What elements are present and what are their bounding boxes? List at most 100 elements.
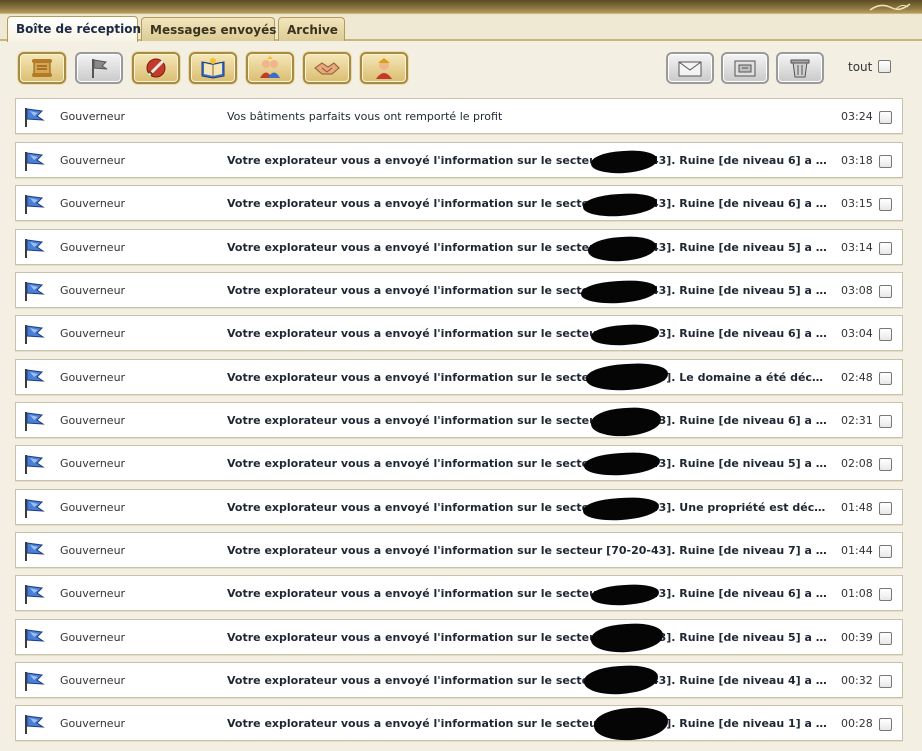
message-select-checkbox[interactable] [879,328,892,341]
alliance-button[interactable] [303,52,351,84]
message-time: 03:24 [841,110,873,123]
message-time: 02:48 [841,371,873,384]
message-sender: Gouverneur [60,501,126,514]
message-subject[interactable]: Votre explorateur vous a envoyé l'inform… [227,197,829,210]
message-row[interactable]: Gouverneur Votre explorateur vous a envoy… [15,445,903,481]
redaction-mark [590,406,662,438]
governor-flag-icon [22,713,46,735]
archive-button[interactable] [721,52,769,84]
message-subject[interactable]: Votre explorateur vous a envoyé l'inform… [227,327,829,340]
message-time: 01:08 [841,587,873,600]
message-time: 03:15 [841,197,873,210]
message-row[interactable]: Gouverneur Votre explorateur vous a envoy… [15,489,903,525]
message-select-checkbox[interactable] [879,718,892,731]
message-subject[interactable]: Votre explorateur vous a envoyé l'inform… [227,544,829,557]
governor-flag-icon [22,367,46,389]
governor-flag-icon [22,106,46,128]
tab-sent-messages[interactable]: Messages envoyés [141,17,276,41]
message-sender: Gouverneur [60,587,126,600]
scroll-button[interactable] [18,52,66,84]
governor-flag-icon [22,497,46,519]
message-row[interactable]: Gouverneur Votre explorateur vous a envoy… [15,619,903,655]
message-subject[interactable]: Votre explorateur vous a envoyé l'inform… [227,717,829,730]
message-row[interactable]: Gouverneur Votre explorateur vous a envoy… [15,359,903,395]
message-select-checkbox[interactable] [879,198,892,211]
message-select-checkbox[interactable] [879,242,892,255]
delete-button[interactable] [776,52,824,84]
message-subject[interactable]: Votre explorateur vous a envoyé l'inform… [227,457,829,470]
message-subject[interactable]: Votre explorateur vous a envoyé l'inform… [227,284,829,297]
message-select-checkbox[interactable] [879,111,892,124]
message-time: 02:08 [841,457,873,470]
message-row[interactable]: Gouverneur Votre explorateur vous a envoy… [15,185,903,221]
message-select-checkbox[interactable] [879,155,892,168]
redaction-mark [582,192,658,218]
flag-icon [92,59,108,78]
governor-flag-icon [22,323,46,345]
governor-flag-icon [22,237,46,259]
message-subject[interactable]: Votre explorateur vous a envoyé l'inform… [227,371,829,384]
message-row[interactable]: Gouverneur Votre explorateur vous a envoy… [15,315,903,351]
message-subject[interactable]: Votre explorateur vous a envoyé l'inform… [227,154,829,167]
message-select-checkbox[interactable] [879,415,892,428]
message-row[interactable]: Gouverneur Votre explorateur vous a envoy… [15,575,903,611]
message-sender: Gouverneur [60,544,126,557]
archive-box-icon [734,60,756,77]
tab-inbox[interactable]: Boîte de réception [7,16,141,42]
governor-flag-icon [22,193,46,215]
message-sender: Gouverneur [60,154,126,167]
message-subject[interactable]: Votre explorateur vous a envoyé l'inform… [227,241,829,254]
book-button[interactable] [189,52,237,84]
message-row[interactable]: Gouverneur Votre explorateur vous a envoy… [15,229,903,265]
select-all-checkbox[interactable] [878,60,891,73]
message-time: 00:28 [841,717,873,730]
envelope-icon [678,61,702,77]
message-subject[interactable]: Votre explorateur vous a envoyé l'inform… [227,674,829,687]
message-sender: Gouverneur [60,371,126,384]
message-time: 01:44 [841,544,873,557]
message-subject[interactable]: Votre explorateur vous a envoyé l'inform… [227,501,829,514]
message-time: 00:32 [841,674,873,687]
message-row[interactable]: Gouverneur Votre explorateur vous a envoy… [15,532,903,568]
governor-flag-icon [22,540,46,562]
mark-read-button[interactable] [666,52,714,84]
message-select-checkbox[interactable] [879,372,892,385]
mailbox-tabs: Boîte de réception Messages envoyés Arch… [0,14,922,42]
message-time: 01:48 [841,501,873,514]
people-button[interactable] [246,52,294,84]
message-select-checkbox[interactable] [879,502,892,515]
warrior-button[interactable] [360,52,408,84]
message-select-checkbox[interactable] [879,675,892,688]
ornament-icon [869,3,911,11]
message-row[interactable]: Gouverneur Votre explorateur vous a envoy… [15,662,903,698]
trash-bin-icon [790,59,810,78]
tab-archive[interactable]: Archive [278,17,345,41]
redaction-mark [582,496,660,522]
governor-flag-icon [22,280,46,302]
message-select-checkbox[interactable] [879,588,892,601]
combat-button[interactable] [132,52,180,84]
message-select-checkbox[interactable] [879,285,892,298]
flag-button[interactable] [75,52,123,84]
message-row[interactable]: Gouverneur Votre explorateur vous a envoy… [15,705,903,742]
message-sender: Gouverneur [60,457,126,470]
message-sender: Gouverneur [60,674,126,687]
message-subject[interactable]: Votre explorateur vous a envoyé l'inform… [227,414,829,427]
message-toolbar: tout [0,48,922,88]
message-row[interactable]: Gouverneur Votre explorateur vous a envoy… [15,402,903,438]
message-time: 03:04 [841,327,873,340]
message-select-checkbox[interactable] [879,458,892,471]
message-time: 03:18 [841,154,873,167]
redaction-mark [585,361,669,393]
message-subject[interactable]: Vos bâtiments parfaits vous ont remporté… [227,110,829,123]
message-row[interactable]: Gouverneur Vos bâtiments parfaits vous on… [15,98,903,134]
message-select-checkbox[interactable] [879,632,892,645]
message-subject[interactable]: Votre explorateur vous a envoyé l'inform… [227,631,829,644]
message-select-checkbox[interactable] [879,545,892,558]
message-row[interactable]: Gouverneur Votre explorateur vous a envoy… [15,142,903,178]
message-subject[interactable]: Votre explorateur vous a envoyé l'inform… [227,587,829,600]
message-row[interactable]: Gouverneur Votre explorateur vous a envoy… [15,272,903,308]
governor-flag-icon [22,453,46,475]
governor-flag-icon [22,410,46,432]
message-time: 02:31 [841,414,873,427]
